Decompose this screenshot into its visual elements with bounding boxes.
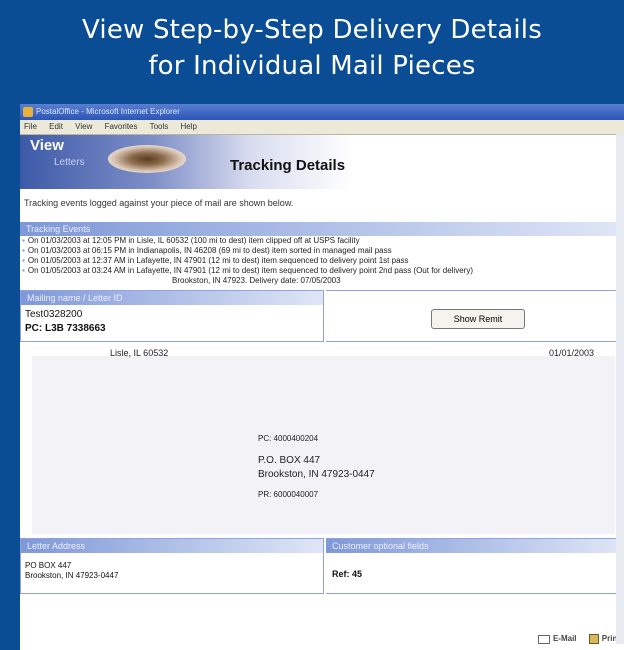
mailpiece-address: P.O. BOX 447 Brookston, IN 47923-0447 xyxy=(258,455,375,480)
page-header: View Letters Tracking Details xyxy=(20,135,624,189)
event-bullet-icon: ▪ xyxy=(22,246,25,255)
eye-logo-icon xyxy=(108,145,186,173)
mailing-panel-row: Mailing name / Letter ID Test0328200 PC:… xyxy=(20,290,624,342)
customer-fields-heading: Customer optional fields xyxy=(326,539,622,553)
view-label: View xyxy=(30,137,64,154)
email-link[interactable]: E-Mail xyxy=(537,634,577,644)
event-bullet-icon: ▪ xyxy=(22,256,25,265)
event-bullet-icon: ▪ xyxy=(22,236,25,245)
tracking-events-list: ▪ On 01/03/2003 at 12:05 PM in Lisle, IL … xyxy=(20,236,624,286)
menu-edit[interactable]: Edit xyxy=(49,122,63,131)
address-panels-row: Letter Address PO BOX 447 Brookston, IN … xyxy=(20,538,624,594)
tracking-event-row: ▪ On 01/03/2003 at 06:15 PM in Indianapol… xyxy=(22,246,392,255)
page-title: Tracking Details xyxy=(230,157,346,174)
show-remit-button[interactable]: Show Remit xyxy=(431,309,525,329)
mailing-info-heading: Mailing name / Letter ID xyxy=(21,291,323,305)
menu-tools[interactable]: Tools xyxy=(150,122,169,131)
customer-field-value: Ref: 45 xyxy=(332,569,363,579)
mailpiece-pr: PR: 6000040007 xyxy=(258,490,319,499)
browser-titlebar: PostalOffice - Microsoft Internet Explor… xyxy=(20,104,624,120)
intro-text: Tracking events logged against your piec… xyxy=(24,198,294,208)
customer-fields-panel: Customer optional fields Ref: 45 xyxy=(326,538,623,594)
browser-title: PostalOffice - Microsoft Internet Explor… xyxy=(36,107,180,116)
letter-address-heading: Letter Address xyxy=(21,539,323,553)
remit-panel: Show Remit xyxy=(326,290,623,342)
promo-banner: View Step-by-Step Delivery Details for I… xyxy=(0,0,624,96)
page-footer: E-Mail Print xyxy=(528,634,620,644)
tracking-events-heading: Tracking Events xyxy=(20,222,624,236)
mailpiece-origin: Lisle, IL 60532 xyxy=(110,348,169,358)
banner-title-line2: for Individual Mail Pieces xyxy=(148,51,476,81)
tracking-event-continuation: Brookston, IN 47923. Delivery date: 07/0… xyxy=(172,276,341,285)
mailing-info-panel: Mailing name / Letter ID Test0328200 PC:… xyxy=(20,290,324,342)
mailpiece-pc: PC: 4000400204 xyxy=(258,434,319,443)
ie-app-icon xyxy=(23,107,33,117)
menu-help[interactable]: Help xyxy=(181,122,197,131)
menu-favorites[interactable]: Favorites xyxy=(105,122,138,131)
letter-address-panel: Letter Address PO BOX 447 Brookston, IN … xyxy=(20,538,324,594)
mailpiece-date: 01/01/2003 xyxy=(548,348,594,358)
event-bullet-icon: ▪ xyxy=(22,266,25,275)
tracking-event-row: ▪ On 01/05/2003 at 03:24 AM in Lafayette,… xyxy=(22,266,473,275)
browser-screenshot: PostalOffice - Microsoft Internet Explor… xyxy=(20,104,624,650)
envelope-icon xyxy=(537,634,550,644)
banner-title-line1: View Step-by-Step Delivery Details xyxy=(82,15,542,45)
letters-label: Letters xyxy=(54,157,85,168)
letter-address-line1: PO BOX 447 xyxy=(25,561,72,570)
tracking-event-row: ▪ On 01/03/2003 at 12:05 PM in Lisle, IL … xyxy=(22,236,360,245)
menu-file[interactable]: File xyxy=(24,122,37,131)
mailpiece-envelope xyxy=(32,356,615,534)
vertical-scrollbar[interactable] xyxy=(616,134,624,644)
menu-view[interactable]: View xyxy=(75,122,92,131)
mailpiece-image: Lisle, IL 60532 01/01/2003 PC: 400040020… xyxy=(32,346,615,534)
mailing-name: Test0328200 xyxy=(25,309,83,320)
printer-icon xyxy=(588,634,599,644)
menu-bar: File Edit View Favorites Tools Help xyxy=(20,120,624,135)
mailing-pc: PC: L3B 7338663 xyxy=(25,323,106,334)
letter-address-line2: Brookston, IN 47923-0447 xyxy=(25,571,119,580)
tracking-event-row: ▪ On 01/05/2003 at 12:37 AM in Lafayette,… xyxy=(22,256,409,265)
